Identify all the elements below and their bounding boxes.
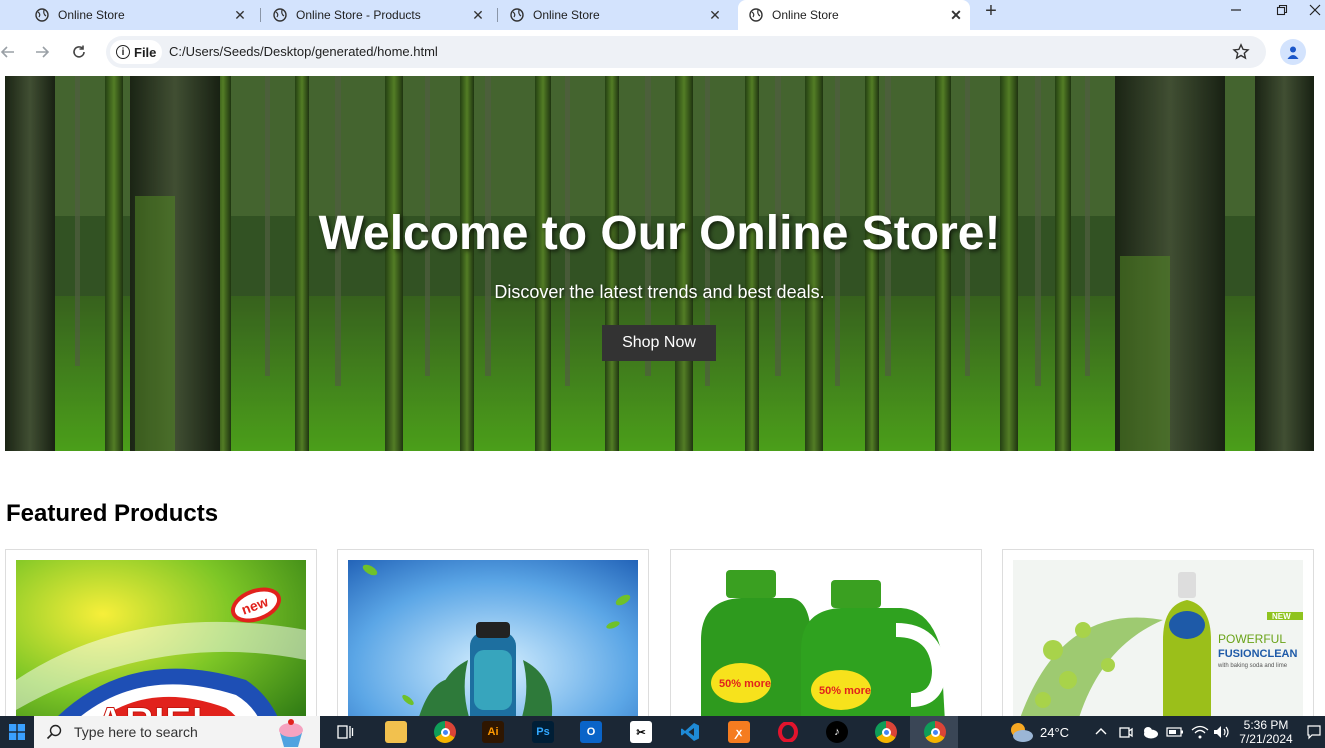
profile-avatar-icon[interactable] <box>1280 39 1306 65</box>
search-placeholder: Type here to search <box>74 724 198 740</box>
new-tab-button[interactable]: + <box>980 0 1002 22</box>
tab-title: Online Store - Products <box>296 8 421 22</box>
product-caption-line2: FUSIONCLEAN <box>1218 648 1298 660</box>
product-image[interactable] <box>348 560 638 716</box>
tiktok-icon[interactable]: ♪ <box>826 721 848 743</box>
reload-button[interactable] <box>67 40 91 64</box>
info-icon: i <box>116 45 130 59</box>
product-card[interactable]: ARIEL new <box>5 549 317 716</box>
back-button[interactable] <box>0 40 20 64</box>
globe-icon <box>34 7 50 23</box>
tab-title: Online Store <box>58 8 125 22</box>
weather-temp: 24°C <box>1040 724 1070 740</box>
globe-icon <box>509 7 525 23</box>
onedrive-cloud-icon[interactable] <box>1141 716 1159 748</box>
volume-icon[interactable] <box>1213 716 1231 748</box>
weather-widget[interactable]: 24°C <box>1008 716 1069 748</box>
close-tab-icon[interactable]: ✕ <box>232 7 248 23</box>
search-icon <box>46 724 62 740</box>
restore-button[interactable] <box>1262 0 1302 20</box>
url-text[interactable]: C:/Users/Seeds/Desktop/generated/home.ht… <box>169 44 438 59</box>
forward-button[interactable] <box>30 40 54 64</box>
tab-1[interactable]: Online Store ✕ <box>24 0 254 30</box>
chrome-icon[interactable] <box>434 721 456 743</box>
promo-badge: 50% more <box>719 678 771 690</box>
shop-now-button[interactable]: Shop Now <box>602 325 716 361</box>
opera-icon[interactable] <box>777 721 799 743</box>
new-badge: NEW <box>1272 612 1291 621</box>
svg-text:ARIEL: ARIEL <box>96 700 216 716</box>
bookmark-star-icon[interactable] <box>1230 41 1252 63</box>
system-clock[interactable]: 5:36 PM 7/21/2024 <box>1236 718 1296 746</box>
photoshop-icon[interactable]: Ps <box>532 721 554 743</box>
tab-divider <box>260 8 261 22</box>
cupcake-search-highlight-icon <box>279 719 303 747</box>
task-view-icon[interactable] <box>334 721 356 743</box>
clock-time: 5:36 PM <box>1243 718 1289 732</box>
product-card[interactable]: NEW POWERFUL FUSIONCLEAN with baking sod… <box>1002 549 1314 716</box>
tab-4-active[interactable]: Online Store ✕ <box>738 0 970 30</box>
product-card[interactable] <box>337 549 649 716</box>
browser-toolbar: i File C:/Users/Seeds/Desktop/generated/… <box>0 30 1325 74</box>
tab-title: Online Store <box>772 8 839 22</box>
address-bar[interactable]: i File C:/Users/Seeds/Desktop/generated/… <box>106 36 1266 68</box>
file-explorer-icon[interactable] <box>385 721 407 743</box>
chrome-active-icon[interactable] <box>924 721 946 743</box>
tab-title: Online Store <box>533 8 600 22</box>
product-card[interactable]: 50% more 50% more <box>670 549 982 716</box>
weather-sun-cloud-icon <box>1011 723 1033 742</box>
site-info-chip[interactable]: i File <box>110 40 162 64</box>
close-window-button[interactable] <box>1305 0 1325 20</box>
tab-divider <box>497 8 498 22</box>
globe-icon <box>272 7 288 23</box>
product-image[interactable]: NEW POWERFUL FUSIONCLEAN with baking sod… <box>1013 560 1303 716</box>
meet-now-icon[interactable] <box>1118 716 1134 748</box>
capcut-icon[interactable]: ✂ <box>630 721 652 743</box>
svg-text:50% more: 50% more <box>819 685 871 697</box>
close-tab-icon[interactable]: ✕ <box>948 7 964 23</box>
globe-icon <box>748 7 764 23</box>
tab-3[interactable]: Online Store ✕ <box>499 0 729 30</box>
hero-subtitle: Discover the latest trends and best deal… <box>494 282 825 302</box>
blue-bottle-leaves-image <box>348 560 638 716</box>
green-detergent-bottles-image: 50% more 50% more <box>681 560 971 716</box>
minimize-button[interactable] <box>1216 0 1256 20</box>
hero-title: Welcome to Our Online Store! <box>318 207 1001 260</box>
product-image[interactable]: 50% more 50% more <box>681 560 971 716</box>
close-tab-icon[interactable]: ✕ <box>707 7 723 23</box>
dish-soap-bottle-image: NEW POWERFUL FUSIONCLEAN with baking sod… <box>1013 560 1303 716</box>
outlook-icon[interactable]: O <box>580 721 602 743</box>
battery-icon[interactable] <box>1166 716 1184 748</box>
clock-date: 7/21/2024 <box>1239 732 1293 746</box>
site-info-label: File <box>134 44 157 60</box>
xampp-icon[interactable]: ꭗ <box>728 721 750 743</box>
product-caption-line3: with baking soda and lime <box>1217 663 1288 669</box>
tray-chevron-icon[interactable] <box>1094 716 1108 748</box>
web-page: Welcome to Our Online Store! Discover th… <box>0 74 1325 716</box>
forest-background-image <box>5 76 1314 451</box>
tab-strip: Online Store ✕ Online Store - Products ✕… <box>0 0 1325 30</box>
taskbar-search-box[interactable]: Type here to search <box>34 716 320 748</box>
illustrator-icon[interactable]: Ai <box>482 721 504 743</box>
wifi-icon[interactable] <box>1191 716 1209 748</box>
vscode-icon[interactable] <box>679 721 701 743</box>
windows-start-icon[interactable] <box>0 716 34 748</box>
close-tab-icon[interactable]: ✕ <box>470 7 486 23</box>
orange-detergent-box-image: ARIEL new <box>16 560 306 716</box>
tab-2[interactable]: Online Store - Products ✕ <box>262 0 492 30</box>
product-caption-line1: POWERFUL <box>1218 632 1286 646</box>
featured-products-heading: Featured Products <box>6 500 219 527</box>
product-image[interactable]: ARIEL new <box>16 560 306 716</box>
hero-banner: Welcome to Our Online Store! Discover th… <box>5 76 1314 451</box>
windows-taskbar: Type here to search Ai Ps O ✂ ꭗ ♪ 24°C 5… <box>0 716 1325 748</box>
notification-icon[interactable] <box>1306 716 1322 748</box>
chrome-profile-icon[interactable] <box>875 721 897 743</box>
